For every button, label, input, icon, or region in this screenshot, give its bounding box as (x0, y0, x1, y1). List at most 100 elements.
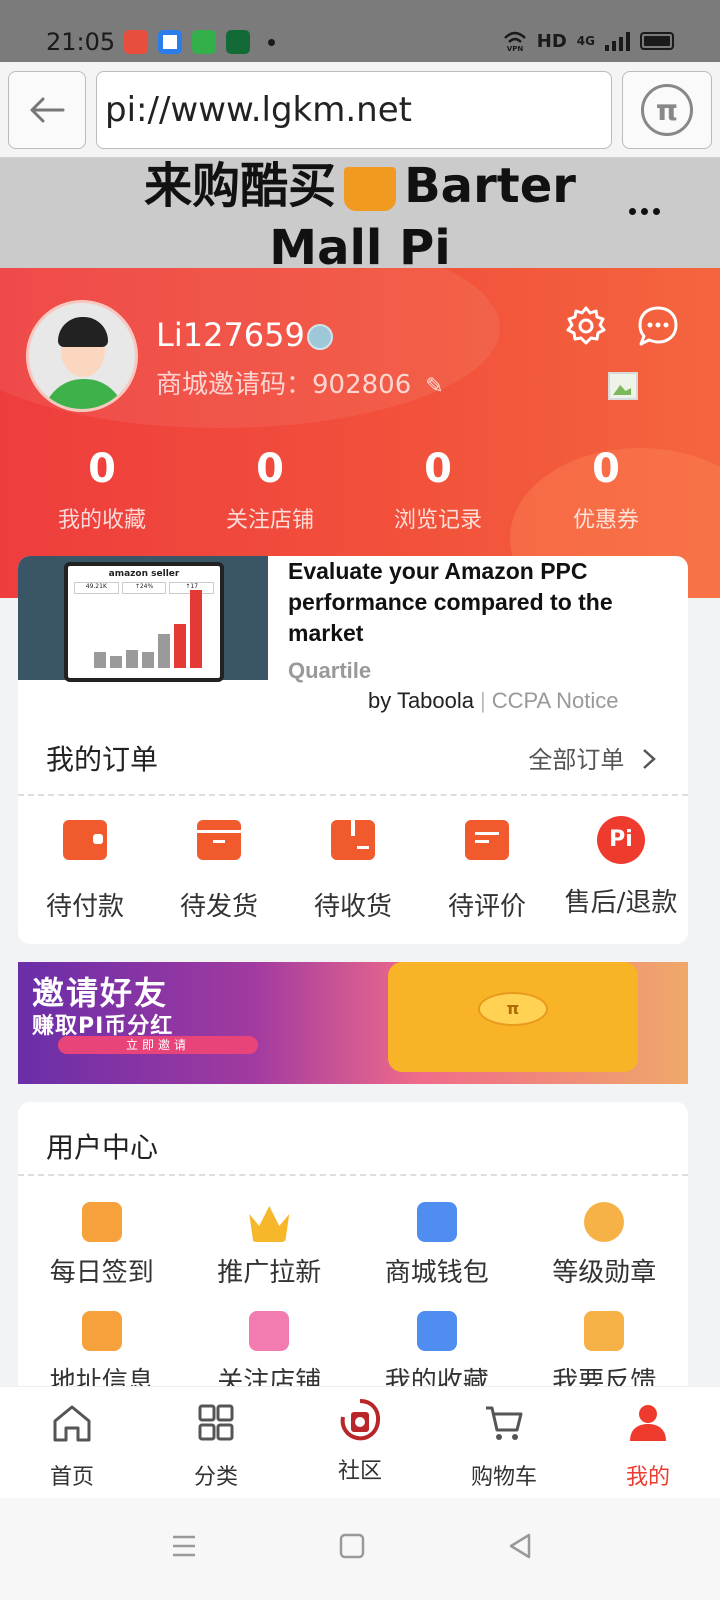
invite-code: 商城邀请码：902806 ✎ (156, 370, 444, 400)
stat-history[interactable]: 0 浏览记录 (354, 444, 522, 534)
username: Li127659 (156, 316, 333, 354)
level-medal[interactable]: 等级勋章 (521, 1202, 689, 1289)
package-icon (331, 820, 375, 860)
order-pending-shipment[interactable]: 待发货 (152, 812, 286, 923)
vpn-icon: VPN (503, 31, 526, 52)
signal-icon (605, 31, 630, 51)
bottom-nav: 首页 分类 社区 购物车 我的 (0, 1386, 720, 1498)
stat-followed-shops[interactable]: 0 关注店铺 (186, 444, 354, 534)
refund-pi-icon: Pi (597, 816, 645, 864)
profile-header: Li127659 商城邀请码：902806 ✎ 0 我的收藏 0 关注店铺 0 浏… (0, 268, 720, 598)
favorite-icon (416, 1311, 457, 1351)
menu-icon[interactable] (160, 1522, 208, 1570)
system-nav-bar (0, 1498, 720, 1600)
shopping-cart-emoji-icon (344, 167, 397, 211)
home-square-icon[interactable] (328, 1522, 376, 1570)
back-triangle-icon[interactable] (496, 1522, 544, 1570)
profile-stats: 0 我的收藏 0 关注店铺 0 浏览记录 0 优惠券 (18, 444, 690, 534)
my-orders-card: 我的订单 全部订单 待付款 待发货 待收货 待评价 Pi 售后/退款 (18, 716, 688, 944)
profile-icon (630, 1405, 666, 1441)
broken-image-icon (608, 372, 638, 400)
address-info[interactable]: 地址信息 (18, 1311, 186, 1392)
browser-app-icon (158, 30, 182, 54)
status-time: 21:05 (46, 28, 116, 56)
medal-icon (584, 1202, 625, 1242)
address-icon (81, 1311, 122, 1351)
daily-checkin[interactable]: 每日签到 (18, 1202, 186, 1289)
gear-icon[interactable] (564, 304, 608, 348)
music-app-icon (124, 30, 148, 54)
orders-title: 我的订单 (46, 743, 159, 776)
ad-source: Quartile (288, 658, 372, 683)
status-app-icons (124, 30, 275, 54)
order-refund[interactable]: Pi 售后/退款 (554, 812, 688, 923)
level-badge-icon (306, 324, 333, 350)
order-pending-receipt[interactable]: 待收货 (286, 812, 420, 923)
status-right: VPN HD 4G (503, 30, 674, 52)
more-dots-icon[interactable] (629, 208, 660, 215)
browser-bar: pi://www.lgkm.net π (0, 62, 720, 158)
status-bar: 21:05 VPN HD 4G (0, 0, 720, 62)
divider (18, 1174, 688, 1176)
invite-banner[interactable]: π 邀请好友 赚取PI币分红 立即邀请 (18, 962, 688, 1084)
box-icon (197, 820, 241, 860)
order-status-row: 待付款 待发货 待收货 待评价 Pi 售后/退款 (18, 812, 688, 923)
home-icon (53, 1405, 91, 1442)
arrow-left-icon (30, 97, 65, 123)
my-favorites[interactable]: 我的收藏 (353, 1311, 521, 1392)
battery-icon (640, 32, 674, 50)
avatar[interactable] (26, 300, 138, 412)
wechat-app-icon (192, 30, 216, 54)
comment-icon (465, 820, 509, 860)
nav-community[interactable]: 社区 (288, 1387, 432, 1498)
sponsored-ad[interactable]: amazon seller 49.21K ↑24% ↑17 Evaluate y… (18, 556, 688, 716)
page-title-line2: Mall Pi (269, 220, 451, 268)
ad-thumbnail: amazon seller 49.21K ↑24% ↑17 (18, 556, 268, 682)
chevron-right-icon (643, 749, 656, 769)
followed-shops[interactable]: 关注店铺 (186, 1311, 354, 1392)
cart-icon (486, 1406, 523, 1440)
hd-label: HD (536, 30, 567, 52)
follow-shop-icon (249, 1311, 290, 1351)
page-header: 来购酷买 Barter Mall Pi (0, 158, 720, 268)
ad-footer: by Taboola | CCPA Notice (368, 688, 619, 713)
nav-cart[interactable]: 购物车 (432, 1387, 576, 1498)
nav-me[interactable]: 我的 (576, 1387, 720, 1498)
wallet-icon (63, 820, 107, 860)
nav-category[interactable]: 分类 (144, 1387, 288, 1498)
mall-wallet[interactable]: 商城钱包 (353, 1202, 521, 1289)
message-icon[interactable] (636, 304, 680, 348)
order-pending-review[interactable]: 待评价 (420, 812, 554, 923)
promote-invite[interactable]: 推广拉新 (186, 1202, 354, 1289)
wallet-card-icon (416, 1202, 457, 1242)
crown-icon (249, 1206, 290, 1242)
order-pending-payment[interactable]: 待付款 (18, 812, 152, 923)
taboola-link[interactable]: by Taboola (368, 688, 474, 713)
checkin-icon (81, 1202, 122, 1242)
svg-text:VPN: VPN (507, 45, 524, 52)
stat-coupons[interactable]: 0 优惠券 (522, 444, 690, 534)
page-title-line1: 来购酷买 Barter (144, 158, 576, 214)
url-field[interactable]: pi://www.lgkm.net (96, 71, 612, 149)
pi-coin-icon: π (478, 992, 548, 1026)
all-orders-link[interactable]: 全部订单 (528, 740, 656, 775)
user-center-grid: 每日签到 推广拉新 商城钱包 等级勋章 地址信息 关注店铺 我的收藏 我要反馈 (18, 1202, 688, 1392)
feedback[interactable]: 我要反馈 (521, 1311, 689, 1392)
nav-home[interactable]: 首页 (0, 1387, 144, 1498)
ad-title[interactable]: Evaluate your Amazon PPC performance com… (288, 556, 678, 649)
invite-now-button[interactable]: 立即邀请 (58, 1036, 258, 1054)
feedback-icon (584, 1311, 625, 1351)
ccpa-notice-link[interactable]: CCPA Notice (492, 688, 619, 713)
back-button[interactable] (8, 71, 86, 149)
pi-logo-icon: π (641, 84, 693, 136)
pi-browser-button[interactable]: π (622, 71, 712, 149)
edit-icon[interactable]: ✎ (425, 374, 443, 399)
network-label: 4G (576, 34, 595, 48)
user-center-title: 用户中心 (46, 1131, 159, 1164)
category-icon (198, 1404, 234, 1441)
stat-favorites[interactable]: 0 我的收藏 (18, 444, 186, 534)
user-center-card: 用户中心 每日签到 推广拉新 商城钱包 等级勋章 地址信息 关注店铺 我的收藏 … (18, 1102, 688, 1392)
more-notifications-icon (268, 38, 275, 46)
community-logo-icon (340, 1399, 381, 1441)
divider (18, 794, 688, 796)
